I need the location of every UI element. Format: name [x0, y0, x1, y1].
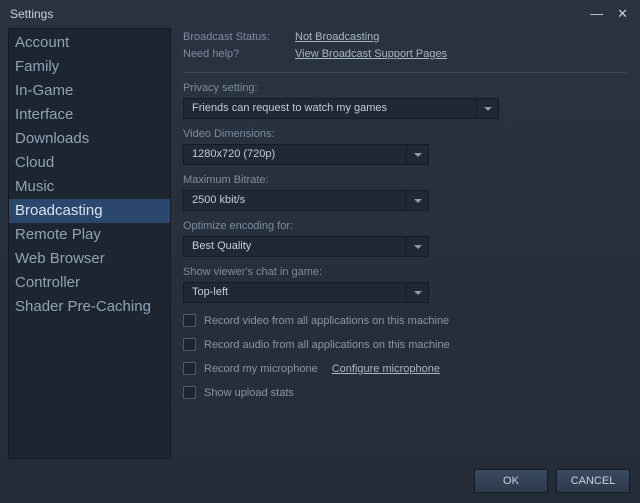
footer: OK CANCEL: [0, 465, 640, 503]
privacy-value: Friends can request to watch my games: [184, 99, 476, 118]
record-video-row: Record video from all applications on th…: [183, 314, 628, 327]
cancel-button[interactable]: CANCEL: [556, 469, 630, 493]
privacy-label: Privacy setting:: [183, 82, 628, 94]
main-panel: Broadcast Status: Not Broadcasting Need …: [179, 28, 632, 459]
chat-value: Top-left: [184, 283, 406, 302]
dimensions-value: 1280x720 (720p): [184, 145, 406, 164]
sidebar-item-music[interactable]: Music: [9, 175, 170, 199]
close-icon[interactable]: ✕: [613, 6, 632, 22]
encoding-dropdown[interactable]: Best Quality: [183, 236, 429, 257]
sidebar-item-shader-pre-caching[interactable]: Shader Pre-Caching: [9, 295, 170, 319]
chevron-down-icon[interactable]: [406, 145, 428, 164]
chevron-down-icon[interactable]: [406, 191, 428, 210]
privacy-dropdown[interactable]: Friends can request to watch my games: [183, 98, 499, 119]
content-area: Account Family In-Game Interface Downloa…: [0, 28, 640, 465]
sidebar-item-downloads[interactable]: Downloads: [9, 127, 170, 151]
configure-mic-link[interactable]: Configure microphone: [332, 363, 440, 375]
sidebar-item-account[interactable]: Account: [9, 31, 170, 55]
encoding-label: Optimize encoding for:: [183, 220, 628, 232]
upload-stats-label: Show upload stats: [204, 387, 294, 399]
chevron-down-icon[interactable]: [476, 99, 498, 118]
minimize-icon[interactable]: —: [586, 6, 607, 22]
divider: [183, 72, 628, 73]
record-audio-checkbox[interactable]: [183, 338, 196, 351]
help-label: Need help?: [183, 47, 277, 62]
window-title: Settings: [10, 7, 53, 21]
broadcast-status-row: Broadcast Status: Not Broadcasting: [183, 30, 628, 45]
sidebar-item-interface[interactable]: Interface: [9, 103, 170, 127]
upload-stats-row: Show upload stats: [183, 386, 628, 399]
window-controls: — ✕: [586, 6, 632, 22]
record-mic-label: Record my microphone: [204, 363, 318, 375]
sidebar: Account Family In-Game Interface Downloa…: [8, 28, 171, 459]
sidebar-item-cloud[interactable]: Cloud: [9, 151, 170, 175]
help-link[interactable]: View Broadcast Support Pages: [295, 47, 447, 62]
sidebar-item-remote-play[interactable]: Remote Play: [9, 223, 170, 247]
chevron-down-icon[interactable]: [406, 237, 428, 256]
chevron-down-icon[interactable]: [406, 283, 428, 302]
settings-window: Settings — ✕ Account Family In-Game Inte…: [0, 0, 640, 503]
titlebar: Settings — ✕: [0, 0, 640, 28]
chat-label: Show viewer's chat in game:: [183, 266, 628, 278]
record-mic-row: Record my microphone Configure microphon…: [183, 362, 628, 375]
broadcast-status-value[interactable]: Not Broadcasting: [295, 30, 379, 45]
sidebar-item-in-game[interactable]: In-Game: [9, 79, 170, 103]
ok-button[interactable]: OK: [474, 469, 548, 493]
sidebar-item-web-browser[interactable]: Web Browser: [9, 247, 170, 271]
bitrate-label: Maximum Bitrate:: [183, 174, 628, 186]
help-row: Need help? View Broadcast Support Pages: [183, 47, 628, 62]
record-video-label: Record video from all applications on th…: [204, 315, 449, 327]
record-audio-row: Record audio from all applications on th…: [183, 338, 628, 351]
encoding-value: Best Quality: [184, 237, 406, 256]
dimensions-dropdown[interactable]: 1280x720 (720p): [183, 144, 429, 165]
chat-dropdown[interactable]: Top-left: [183, 282, 429, 303]
record-video-checkbox[interactable]: [183, 314, 196, 327]
bitrate-dropdown[interactable]: 2500 kbit/s: [183, 190, 429, 211]
dimensions-label: Video Dimensions:: [183, 128, 628, 140]
broadcast-status-label: Broadcast Status:: [183, 30, 277, 45]
bitrate-value: 2500 kbit/s: [184, 191, 406, 210]
sidebar-item-family[interactable]: Family: [9, 55, 170, 79]
record-mic-checkbox[interactable]: [183, 362, 196, 375]
sidebar-item-controller[interactable]: Controller: [9, 271, 170, 295]
sidebar-item-broadcasting[interactable]: Broadcasting: [9, 199, 170, 223]
record-audio-label: Record audio from all applications on th…: [204, 339, 450, 351]
upload-stats-checkbox[interactable]: [183, 386, 196, 399]
